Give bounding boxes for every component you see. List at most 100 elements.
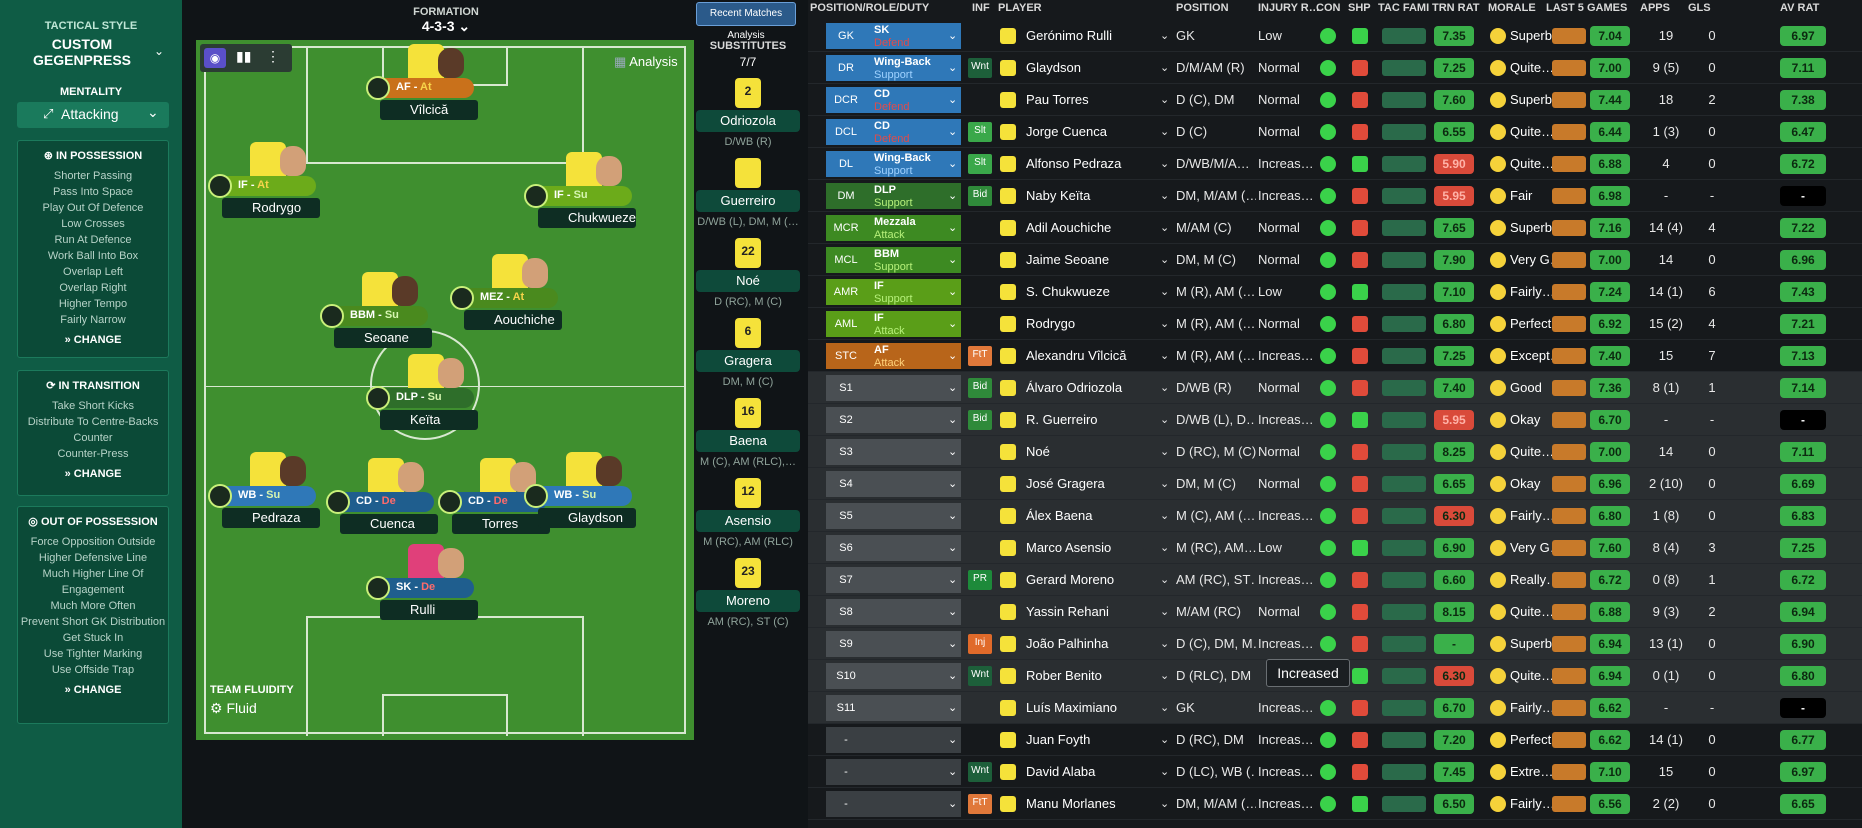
info-badge[interactable]: Slt	[968, 154, 992, 174]
chevron-down-icon[interactable]: ⌄	[1160, 564, 1174, 596]
substitute-name[interactable]: Noé	[696, 270, 800, 292]
substitute-name[interactable]: Gragera	[696, 350, 800, 372]
chevron-down-icon[interactable]: ⌄	[154, 44, 164, 58]
position-role-duty[interactable]: S7 ⌄	[826, 567, 961, 593]
player-name-dropdown[interactable]: Seoane	[334, 328, 432, 348]
chevron-down-icon[interactable]: ⌄	[1160, 84, 1174, 116]
chevron-down-icon[interactable]: ⌄	[1160, 116, 1174, 148]
player-name[interactable]: Rober Benito	[1026, 660, 1156, 692]
player-name[interactable]: Gerónimo Rulli	[1026, 20, 1156, 52]
player-name[interactable]: Álvaro Odriozola	[1026, 372, 1156, 404]
player-name-dropdown[interactable]: Aouchiche	[464, 310, 562, 330]
player-name-dropdown[interactable]: Pedraza	[222, 508, 320, 528]
tactic-name[interactable]: CUSTOM GEGENPRESS	[22, 36, 142, 68]
pitch-player-token[interactable]: Pedraza WB - Su	[208, 484, 320, 528]
player-view-icon[interactable]: ◉	[204, 48, 226, 68]
column-header[interactable]: GLS	[1688, 2, 1711, 20]
change-in-possession-button[interactable]: » CHANGE	[18, 334, 168, 346]
position-role-duty[interactable]: S8 ⌄	[826, 599, 961, 625]
info-badge[interactable]: FtT	[968, 346, 992, 366]
player-name[interactable]: Alexandru Vîlcică	[1026, 340, 1156, 372]
player-name[interactable]: Álex Baena	[1026, 500, 1156, 532]
player-name[interactable]: Rodrygo	[1026, 308, 1156, 340]
chevron-down-icon[interactable]: ⌄	[1160, 660, 1174, 692]
position-role-duty[interactable]: GK SK Defend ⌄	[826, 23, 961, 49]
player-name-dropdown[interactable]: Glaydson	[538, 508, 636, 528]
substitute-name[interactable]: Asensio	[696, 510, 800, 532]
chevron-down-icon[interactable]: ⌄	[1160, 180, 1174, 212]
position-role-duty[interactable]: S4 ⌄	[826, 471, 961, 497]
chevron-down-icon[interactable]: ⌄	[1160, 244, 1174, 276]
substitute-item[interactable]: 2 Odriozola D/WB (R)	[696, 78, 800, 148]
formation-header[interactable]: FORMATION 4-3-3 ⌄	[372, 6, 520, 35]
player-name[interactable]: S. Chukwueze	[1026, 276, 1156, 308]
chevron-down-icon[interactable]: ⌄	[1160, 628, 1174, 660]
player-name[interactable]: Pau Torres	[1026, 84, 1156, 116]
pitch-player-token[interactable]: Cuenca CD - De	[326, 490, 438, 534]
column-header[interactable]: MORALE	[1488, 2, 1536, 20]
position-role-duty[interactable]: S9 ⌄	[826, 631, 961, 657]
player-name[interactable]: Jorge Cuenca	[1026, 116, 1156, 148]
chevron-down-icon[interactable]: ⌄	[1160, 500, 1174, 532]
table-row[interactable]: S9 ⌄ Inj João Palhinha ⌄ D (C), DM, M… I…	[808, 628, 1862, 660]
position-role-duty[interactable]: - ⌄	[826, 791, 961, 817]
position-role-duty[interactable]: S5 ⌄	[826, 503, 961, 529]
player-name-dropdown[interactable]: Keïta	[380, 410, 478, 430]
chevron-down-icon[interactable]: ⌄	[1160, 404, 1174, 436]
chevron-down-icon[interactable]: ⌄	[1160, 276, 1174, 308]
substitute-item[interactable]: 23 Moreno AM (RC), ST (C)	[696, 558, 800, 628]
column-header[interactable]: SHP	[1348, 2, 1371, 20]
player-name[interactable]: Alfonso Pedraza	[1026, 148, 1156, 180]
position-role-duty[interactable]: DCL CD Defend ⌄	[826, 119, 961, 145]
chevron-down-icon[interactable]: ⌄	[1160, 692, 1174, 724]
info-badge[interactable]: Bid	[968, 186, 992, 206]
position-role-duty[interactable]: DCR CD Defend ⌄	[826, 87, 961, 113]
table-row[interactable]: GK SK Defend ⌄ Gerónimo Rulli ⌄ GK Low 7…	[808, 20, 1862, 52]
player-name[interactable]: Juan Foyth	[1026, 724, 1156, 756]
pitch-icon[interactable]: ⋮	[266, 48, 280, 65]
analysis-button[interactable]: ▦ Analysis	[614, 54, 678, 70]
column-header[interactable]: AV RAT	[1780, 2, 1819, 20]
column-header[interactable]: INJURY R…	[1258, 2, 1320, 20]
chevron-down-icon[interactable]: ⌄	[1160, 596, 1174, 628]
info-badge[interactable]: Bid	[968, 410, 992, 430]
chevron-down-icon[interactable]: ⌄	[1160, 212, 1174, 244]
substitute-item[interactable]: 16 Baena M (C), AM (RLC),…	[696, 398, 800, 468]
position-role-duty[interactable]: S1 ⌄	[826, 375, 961, 401]
position-role-duty[interactable]: DM DLP Support ⌄	[826, 183, 961, 209]
column-header[interactable]: PLAYER	[998, 2, 1042, 20]
player-name[interactable]: Glaydson	[1026, 52, 1156, 84]
player-name[interactable]: José Gragera	[1026, 468, 1156, 500]
info-badge[interactable]: Wnt	[968, 762, 992, 782]
table-row[interactable]: MCL BBM Support ⌄ Jaime Seoane ⌄ DM, M (…	[808, 244, 1862, 276]
substitute-name[interactable]: Baena	[696, 430, 800, 452]
fluidity-value-wrap[interactable]: ⚙ Fluid	[210, 700, 257, 717]
info-badge[interactable]: FtT	[968, 794, 992, 814]
chevron-down-icon[interactable]: ⌄	[1160, 372, 1174, 404]
chevron-down-icon[interactable]: ⌄	[1160, 756, 1174, 788]
player-name-dropdown[interactable]: Chukwueze	[538, 208, 636, 228]
position-role-duty[interactable]: S2 ⌄	[826, 407, 961, 433]
player-name[interactable]: Jaime Seoane	[1026, 244, 1156, 276]
column-header[interactable]: TRN RAT	[1432, 2, 1479, 20]
player-name-dropdown[interactable]: Vîlcică	[380, 100, 478, 120]
table-row[interactable]: S1 ⌄ Bid Álvaro Odriozola ⌄ D/WB (R) Nor…	[808, 372, 1862, 404]
table-row[interactable]: - ⌄ Juan Foyth ⌄ D (RC), DM Increas… 7.2…	[808, 724, 1862, 756]
change-out-of-possession-button[interactable]: » CHANGE	[18, 684, 168, 696]
position-role-duty[interactable]: - ⌄	[826, 727, 961, 753]
position-role-duty[interactable]: S11 ⌄	[826, 695, 961, 721]
table-row[interactable]: - ⌄ FtT Manu Morlanes ⌄ DM, M/AM (… Incr…	[808, 788, 1862, 820]
info-badge[interactable]: PR	[968, 570, 992, 590]
player-name[interactable]: Gerard Moreno	[1026, 564, 1156, 596]
player-name[interactable]: R. Guerreiro	[1026, 404, 1156, 436]
position-role-duty[interactable]: S6 ⌄	[826, 535, 961, 561]
substitute-item[interactable]: 22 Noé D (RC), M (C)	[696, 238, 800, 308]
column-header[interactable]: TAC FAMI	[1378, 2, 1429, 20]
info-badge[interactable]: Inj	[968, 634, 992, 654]
substitute-name[interactable]: Odriozola	[696, 110, 800, 132]
player-name[interactable]: João Palhinha	[1026, 628, 1156, 660]
player-name[interactable]: Manu Morlanes	[1026, 788, 1156, 820]
table-row[interactable]: DL Wing-Back Support ⌄ Slt Alfonso Pedra…	[808, 148, 1862, 180]
pitch-player-token[interactable]: Chukwueze IF - Su	[524, 184, 636, 228]
substitute-item[interactable]: Guerreiro D/WB (L), DM, M (…	[696, 158, 800, 228]
